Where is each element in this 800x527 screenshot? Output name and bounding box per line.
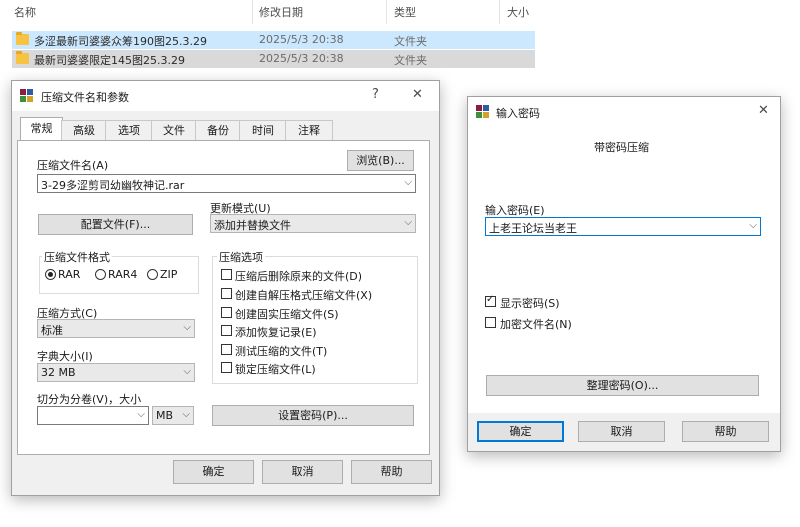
- archive-ok-button[interactable]: 确定: [173, 460, 254, 484]
- option-checkbox[interactable]: [221, 307, 232, 318]
- format-group-title: 压缩文件格式: [42, 249, 112, 265]
- close-icon[interactable]: ✕: [412, 87, 423, 102]
- option-sfx-label: 创建自解压格式压缩文件(X): [235, 289, 373, 302]
- option-checkbox[interactable]: [221, 344, 232, 355]
- method-value: 标准: [41, 324, 63, 337]
- column-size[interactable]: 大小: [507, 4, 529, 20]
- option-solid-label: 创建固实压缩文件(S): [235, 308, 339, 321]
- sort-up-icon[interactable]: ^: [117, 0, 125, 7]
- organize-passwords-button[interactable]: 整理密码(O)...: [486, 375, 759, 396]
- column-divider[interactable]: [252, 0, 253, 24]
- option-delete-label: 压缩后删除原来的文件(D): [235, 270, 363, 283]
- format-zip-label: ZIP: [160, 268, 178, 281]
- dict-value: 32 MB: [41, 366, 76, 379]
- close-icon[interactable]: ✕: [758, 103, 769, 118]
- archive-name-label: 压缩文件名(A): [37, 159, 109, 172]
- tab-general[interactable]: 常规: [20, 117, 63, 141]
- tab-options[interactable]: 选项: [105, 120, 153, 140]
- file-name: 多涩最新司婆婆众筹190图25.3.29: [34, 35, 207, 48]
- tab-files[interactable]: 文件: [151, 120, 197, 140]
- option-checkbox[interactable]: [221, 269, 232, 280]
- folder-icon: [16, 32, 29, 45]
- password-heading: 带密码压缩: [594, 141, 649, 154]
- browse-button[interactable]: 浏览(B)...: [347, 150, 414, 171]
- password-cancel-button[interactable]: 取消: [578, 421, 665, 442]
- option-checkbox[interactable]: [221, 288, 232, 299]
- password-value: 上老王论坛当老王: [489, 222, 577, 235]
- chevron-down-icon[interactable]: ⌵: [137, 409, 145, 420]
- format-rar4-label: RAR4: [108, 268, 138, 281]
- format-radio-rar4[interactable]: [95, 269, 106, 280]
- chevron-down-icon[interactable]: ⌵: [404, 217, 412, 228]
- column-divider[interactable]: [386, 0, 387, 24]
- chevron-down-icon[interactable]: ⌵: [182, 409, 190, 420]
- chevron-down-icon[interactable]: ⌵: [183, 322, 191, 333]
- file-name: 最新司婆婆限定145图25.3.29: [34, 54, 185, 67]
- password-label: 输入密码(E): [485, 204, 545, 217]
- winrar-icon: [476, 105, 490, 119]
- set-password-button[interactable]: 设置密码(P)...: [212, 405, 414, 426]
- encrypt-names-checkbox[interactable]: [485, 317, 496, 328]
- split-label: 切分为分卷(V)，大小: [37, 393, 142, 406]
- option-lock-label: 锁定压缩文件(L): [235, 363, 316, 376]
- tab-time[interactable]: 时间: [239, 120, 287, 140]
- tab-comment[interactable]: 注释: [285, 120, 333, 140]
- option-recovery-label: 添加恢复记录(E): [235, 326, 317, 339]
- folder-icon: [16, 51, 29, 64]
- column-type[interactable]: 类型: [394, 4, 416, 20]
- archive-help-button[interactable]: 帮助: [351, 460, 432, 484]
- archive-name-value: 3-29多涩剪司幼幽牧神记.rar: [41, 179, 185, 192]
- update-mode-value: 添加并替换文件: [214, 219, 291, 232]
- password-help-button[interactable]: 帮助: [682, 421, 769, 442]
- column-date[interactable]: 修改日期: [259, 4, 303, 20]
- chevron-down-icon[interactable]: ⌵: [404, 177, 412, 188]
- dict-label: 字典大小(I): [37, 350, 93, 363]
- split-unit-select[interactable]: MB ⌵: [152, 406, 194, 425]
- archive-cancel-button[interactable]: 取消: [262, 460, 343, 484]
- archive-dialog-title: 压缩文件名和参数: [41, 91, 129, 104]
- update-mode-select[interactable]: 添加并替换文件 ⌵: [210, 214, 416, 233]
- password-titlebar: 输入密码 ✕: [468, 97, 780, 127]
- chevron-down-icon[interactable]: ⌵: [749, 220, 757, 231]
- file-type: 文件夹: [394, 35, 427, 48]
- format-radio-zip[interactable]: [147, 269, 158, 280]
- help-icon[interactable]: ?: [372, 87, 379, 102]
- password-body: [468, 127, 780, 413]
- options-group-title: 压缩选项: [217, 249, 265, 265]
- split-size-input[interactable]: ⌵: [37, 406, 149, 425]
- show-password-checkbox[interactable]: [485, 294, 496, 307]
- option-test-label: 测试压缩的文件(T): [235, 345, 328, 358]
- column-name[interactable]: 名称: [14, 4, 36, 20]
- column-divider[interactable]: [499, 0, 500, 24]
- winrar-icon: [20, 89, 34, 103]
- file-row[interactable]: 多涩最新司婆婆众筹190图25.3.29 2025/5/3 20:38 文件夹: [12, 31, 535, 49]
- password-dialog-title: 输入密码: [496, 107, 540, 120]
- file-row[interactable]: 最新司婆婆限定145图25.3.29 2025/5/3 20:38 文件夹: [12, 50, 535, 68]
- option-checkbox[interactable]: [221, 362, 232, 373]
- show-password-label: 显示密码(S): [500, 297, 560, 310]
- archive-titlebar: 压缩文件名和参数 ? ✕: [12, 81, 439, 111]
- file-date: 2025/5/3 20:38: [259, 33, 344, 46]
- dict-select[interactable]: 32 MB ⌵: [37, 363, 195, 382]
- profiles-button[interactable]: 配置文件(F)...: [38, 214, 193, 235]
- option-checkbox[interactable]: [221, 325, 232, 336]
- password-ok-button[interactable]: 确定: [477, 421, 564, 442]
- chevron-down-icon[interactable]: ⌵: [183, 366, 191, 377]
- encrypt-names-label: 加密文件名(N): [500, 318, 572, 331]
- tab-advanced[interactable]: 高级: [61, 120, 107, 140]
- format-radio-rar[interactable]: [45, 269, 56, 280]
- method-select[interactable]: 标准 ⌵: [37, 319, 195, 338]
- archive-name-input[interactable]: 3-29多涩剪司幼幽牧神记.rar ⌵: [37, 174, 416, 193]
- file-date: 2025/5/3 20:38: [259, 52, 344, 65]
- file-type: 文件夹: [394, 54, 427, 67]
- split-unit-value: MB: [156, 409, 174, 422]
- tab-backup[interactable]: 备份: [195, 120, 241, 140]
- format-rar-label: RAR: [58, 268, 81, 281]
- password-input[interactable]: 上老王论坛当老王 ⌵: [485, 217, 761, 236]
